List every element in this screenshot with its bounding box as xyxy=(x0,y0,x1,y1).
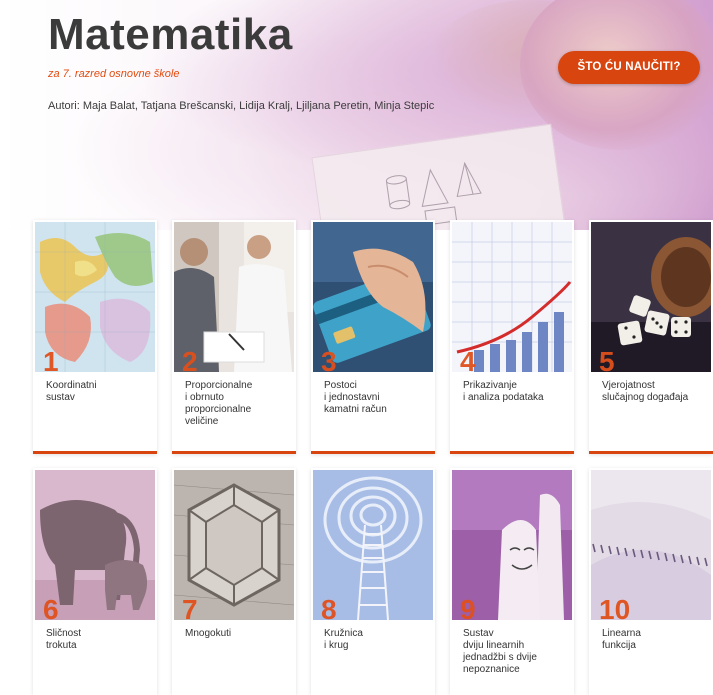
unit-card-5[interactable]: 5 Vjerojatnost slučajnog događaja xyxy=(589,220,713,454)
unit-number: 4 xyxy=(460,346,476,372)
credit-card-image: 3 xyxy=(313,222,433,372)
elephants-image: 6 xyxy=(35,470,155,620)
unit-title: Koordinatni sustav xyxy=(46,380,97,403)
unit-accent-bar xyxy=(33,451,157,454)
unit-title: Linearna funkcija xyxy=(602,628,641,651)
unit-number: 9 xyxy=(460,594,476,620)
unit-title: Prikazivanje i analiza podataka xyxy=(463,380,544,403)
unit-number: 5 xyxy=(599,346,615,372)
unit-card-8[interactable]: 8 Kružnica i krug xyxy=(311,468,435,695)
finger-face-image: 9 xyxy=(452,470,572,620)
unit-card-9[interactable]: 9 Sustav dviju linearnih jednadžbi s dvi… xyxy=(450,468,574,695)
unit-accent-bar xyxy=(311,451,435,454)
dice-image: 5 xyxy=(591,222,711,372)
unit-card-10[interactable]: 10 Linearna funkcija xyxy=(589,468,713,695)
unit-number: 8 xyxy=(321,594,337,620)
unit-card-7[interactable]: 7 Mnogokuti xyxy=(172,468,296,695)
unit-title: Proporcionalne i obrnuto proporcionalne … xyxy=(185,380,253,427)
unit-number: 7 xyxy=(182,594,198,620)
business-people-image: 2 xyxy=(174,222,294,372)
unit-accent-bar xyxy=(172,451,296,454)
unit-accent-bar xyxy=(450,451,574,454)
unit-number: 1 xyxy=(43,346,59,372)
unit-title: Vjerojatnost slučajnog događaja xyxy=(602,380,689,403)
unit-number: 10 xyxy=(599,594,631,620)
unit-card-6[interactable]: 6 Sličnost trokuta xyxy=(33,468,157,695)
hexagon-wood-image: 7 xyxy=(174,470,294,620)
bar-chart-image: 4 xyxy=(452,222,572,372)
unit-accent-bar xyxy=(589,451,713,454)
ladder-circles-image: 8 xyxy=(313,470,433,620)
unit-number: 6 xyxy=(43,594,59,620)
unit-title: Sličnost trokuta xyxy=(46,628,82,651)
unit-title: Mnogokuti xyxy=(185,628,232,639)
unit-card-1[interactable]: 1 Koordinatni sustav xyxy=(33,220,157,454)
unit-title: Postoci i jednostavni kamatni račun xyxy=(324,380,387,415)
unit-card-2[interactable]: 2 Proporcionalne i obrnuto proporcionaln… xyxy=(172,220,296,454)
unit-title: Sustav dviju linearnih jednadžbi s dvije… xyxy=(463,628,537,675)
unit-card-3[interactable]: 3 Postoci i jednostavni kamatni račun xyxy=(311,220,435,454)
unit-number: 3 xyxy=(321,346,337,372)
unit-title: Kružnica i krug xyxy=(324,628,363,651)
units-grid: 1 Koordinatni sustav 2 Proporcionalne i … xyxy=(0,0,713,695)
unit-number: 2 xyxy=(182,346,198,372)
unit-card-4[interactable]: 4 Prikazivanje i analiza podataka xyxy=(450,220,574,454)
linear-pattern-image: 10 xyxy=(591,470,711,620)
world-map-image: 1 xyxy=(35,222,155,372)
